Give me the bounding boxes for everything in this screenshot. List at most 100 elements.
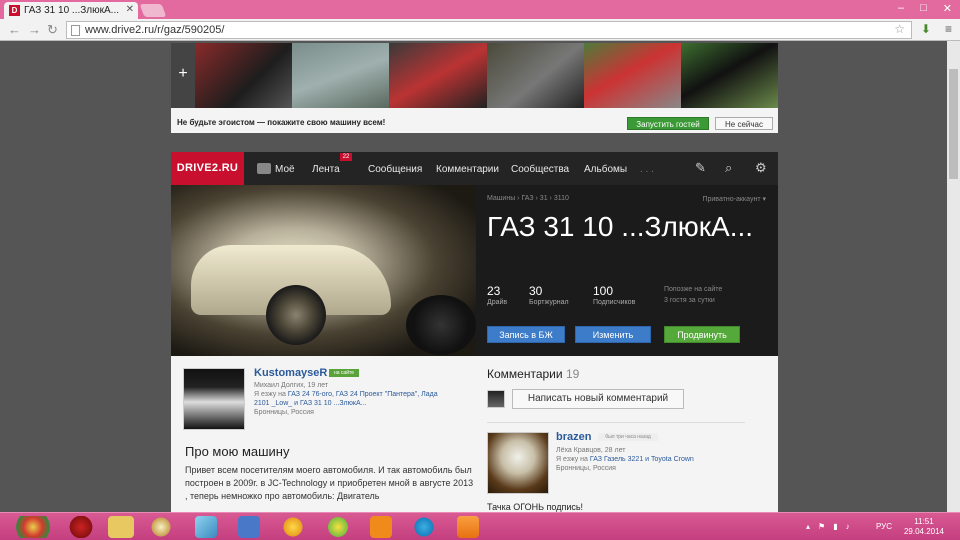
menu-albums[interactable]: Альбомы bbox=[584, 164, 627, 175]
commenter-avatar[interactable] bbox=[487, 432, 549, 494]
tray-arrow-icon[interactable]: ▴ bbox=[806, 522, 810, 531]
drives-prefix: Я езжу на bbox=[556, 456, 588, 463]
owner-name[interactable]: KustomayseR bbox=[254, 367, 327, 379]
car-thumbnail[interactable] bbox=[583, 43, 681, 108]
car-thumbnail[interactable] bbox=[389, 43, 487, 108]
add-car-button[interactable]: + bbox=[171, 43, 195, 108]
comments-heading: Комментарии 19 bbox=[487, 367, 579, 381]
browser-tab[interactable]: D ГАЗ 31 10 ...ЗлюкА... ✕ bbox=[4, 2, 138, 19]
menu-feed[interactable]: Лента bbox=[312, 164, 340, 175]
commenter-name-age: Лёха Кравцов, 28 лет bbox=[556, 447, 626, 454]
menu-mine[interactable]: Моё bbox=[275, 164, 295, 175]
menu-comments[interactable]: Комментарии bbox=[436, 164, 499, 175]
site-content: DRIVE2.RU Моё Лента 22 Сообщения Коммент… bbox=[171, 152, 778, 512]
stat-drive[interactable]: 23 Драйв bbox=[487, 284, 507, 306]
feed-count-badge: 22 bbox=[340, 153, 352, 161]
visit-info: Попозже на сайте 3 гостя за сутки bbox=[664, 284, 722, 306]
close-window-button[interactable]: ✕ bbox=[943, 2, 952, 15]
maximize-button[interactable]: □ bbox=[920, 2, 927, 15]
chrome-taskbar-icon[interactable] bbox=[12, 516, 54, 538]
page-icon bbox=[71, 25, 80, 36]
speaker-icon[interactable] bbox=[238, 516, 260, 538]
bookmark-star-icon[interactable]: ☆ bbox=[894, 22, 905, 36]
comments-count: 19 bbox=[565, 367, 580, 381]
about-text: Привет всем посетителям моего автомобиля… bbox=[185, 465, 474, 501]
tab-strip: D ГАЗ 31 10 ...ЗлюкА... ✕ – □ ✕ bbox=[0, 0, 960, 19]
breadcrumb[interactable]: Машины › ГАЗ › 31 › 3110 bbox=[487, 195, 569, 202]
search-icon[interactable]: ⌕ bbox=[725, 160, 732, 176]
z-app-icon[interactable] bbox=[413, 516, 435, 538]
car-title: ГАЗ 31 10 ...ЗлюкА... bbox=[487, 211, 754, 242]
network-icon[interactable]: ▮ bbox=[833, 522, 837, 531]
online-badge: на сайте bbox=[329, 369, 359, 377]
launch-guests-button[interactable]: Запустить гостей bbox=[627, 117, 709, 130]
new-tab-button[interactable] bbox=[139, 4, 167, 17]
odnoklassniki-icon[interactable] bbox=[370, 516, 392, 538]
vlc-icon[interactable] bbox=[457, 516, 479, 538]
browser-toolbar: ← → ↻ www.drive2.ru/r/gaz/590205/ ☆ ⬇ ≡ bbox=[0, 19, 960, 41]
edit-button[interactable]: Изменить bbox=[575, 326, 651, 343]
scrollbar-thumb[interactable] bbox=[949, 69, 958, 179]
car-hero-photo[interactable] bbox=[171, 185, 476, 356]
drive2-logo[interactable]: DRIVE2.RU bbox=[171, 152, 244, 185]
windows-taskbar: ▴ ⚑ ▮ ♪ РУС 11:51 29.04.2014 bbox=[0, 512, 960, 540]
clock[interactable]: 11:51 29.04.2014 bbox=[902, 517, 946, 537]
about-heading: Про мою машину bbox=[185, 444, 290, 459]
pencil-icon[interactable]: ✎ bbox=[695, 160, 706, 176]
not-now-button[interactable]: Не сейчас bbox=[715, 117, 773, 130]
reload-icon[interactable]: ↻ bbox=[47, 22, 58, 38]
commenter-cars-links[interactable]: ГАЗ Газель 3221 и Toyota Crown bbox=[590, 456, 694, 463]
menu-communities[interactable]: Сообщества bbox=[511, 164, 569, 175]
stat-followers[interactable]: 100 Подписчиков bbox=[593, 284, 635, 306]
menu-icon[interactable]: ≡ bbox=[945, 22, 952, 36]
system-tray: ▴ ⚑ ▮ ♪ bbox=[806, 522, 850, 531]
car-info-panel: Машины › ГАЗ › 31 › 3110 Приватно-аккаун… bbox=[476, 185, 778, 356]
privacy-dropdown[interactable]: Приватно-аккаунт ▾ bbox=[702, 195, 766, 203]
tab-close-icon[interactable]: ✕ bbox=[126, 4, 134, 15]
car-thumbnail[interactable] bbox=[195, 43, 293, 108]
stat-label: Драйв bbox=[487, 299, 508, 306]
last-seen-text: Попозже на сайте bbox=[664, 286, 723, 293]
back-arrow-icon[interactable]: ← bbox=[8, 22, 21, 37]
mail-icon[interactable] bbox=[282, 516, 304, 538]
stat-logbook[interactable]: 30 Бортжурнал bbox=[529, 284, 569, 306]
last-seen-badge: был три часа назад bbox=[598, 433, 658, 441]
forward-arrow-icon[interactable]: → bbox=[28, 22, 41, 37]
tab-title: ГАЗ 31 10 ...ЗлюкА... bbox=[24, 5, 120, 16]
add-log-entry-button[interactable]: Запись в БЖ bbox=[487, 326, 565, 343]
promote-button[interactable]: Продвинуть bbox=[664, 326, 740, 343]
game-icon[interactable] bbox=[326, 516, 350, 538]
promo-text: Не будьте эгоистом — покажите свою машин… bbox=[177, 118, 386, 127]
paint-icon[interactable] bbox=[150, 516, 172, 538]
notepad-icon[interactable] bbox=[195, 516, 217, 538]
power-icon[interactable] bbox=[66, 516, 96, 538]
my-avatar bbox=[487, 390, 505, 408]
menu-messages[interactable]: Сообщения bbox=[368, 164, 422, 175]
owner-cars: Я езжу на ГАЗ 24 76-ого, ГАЗ 24 Проект "… bbox=[254, 390, 454, 408]
gear-icon[interactable]: ⚙ bbox=[755, 160, 767, 176]
scrollbar[interactable] bbox=[947, 41, 960, 512]
comments-title: Комментарии bbox=[487, 367, 563, 381]
car-wheel-shape bbox=[266, 285, 326, 345]
stat-number: 100 bbox=[593, 284, 614, 298]
write-comment-button[interactable]: Написать новый комментарий bbox=[512, 389, 684, 409]
car-thumbnail[interactable] bbox=[292, 43, 390, 108]
minimize-button[interactable]: – bbox=[898, 2, 904, 15]
menu-more[interactable]: . . . bbox=[640, 164, 654, 175]
car-thumbnail[interactable] bbox=[680, 43, 779, 108]
stat-label: Бортжурнал bbox=[529, 299, 569, 306]
owner-location: Бронницы, Россия bbox=[254, 409, 314, 416]
download-icon[interactable]: ⬇ bbox=[921, 22, 931, 36]
commenter-cars: Я езжу на ГАЗ Газель 3221 и Toyota Crown bbox=[556, 455, 756, 464]
car-thumbnail[interactable] bbox=[486, 43, 584, 108]
drives-prefix: Я езжу на bbox=[254, 391, 286, 398]
commenter-meta: Лёха Кравцов, 28 лет Я езжу на ГАЗ Газел… bbox=[556, 446, 756, 473]
folder-icon[interactable] bbox=[108, 516, 134, 538]
language-indicator[interactable]: РУС bbox=[876, 522, 892, 531]
owner-avatar[interactable] bbox=[183, 368, 245, 430]
commenter-name[interactable]: brazen bbox=[556, 431, 591, 443]
flag-icon[interactable]: ⚑ bbox=[818, 522, 825, 531]
user-avatar-small[interactable] bbox=[257, 163, 271, 174]
address-bar[interactable]: www.drive2.ru/r/gaz/590205/ ☆ bbox=[66, 21, 912, 39]
volume-icon[interactable]: ♪ bbox=[846, 522, 850, 531]
